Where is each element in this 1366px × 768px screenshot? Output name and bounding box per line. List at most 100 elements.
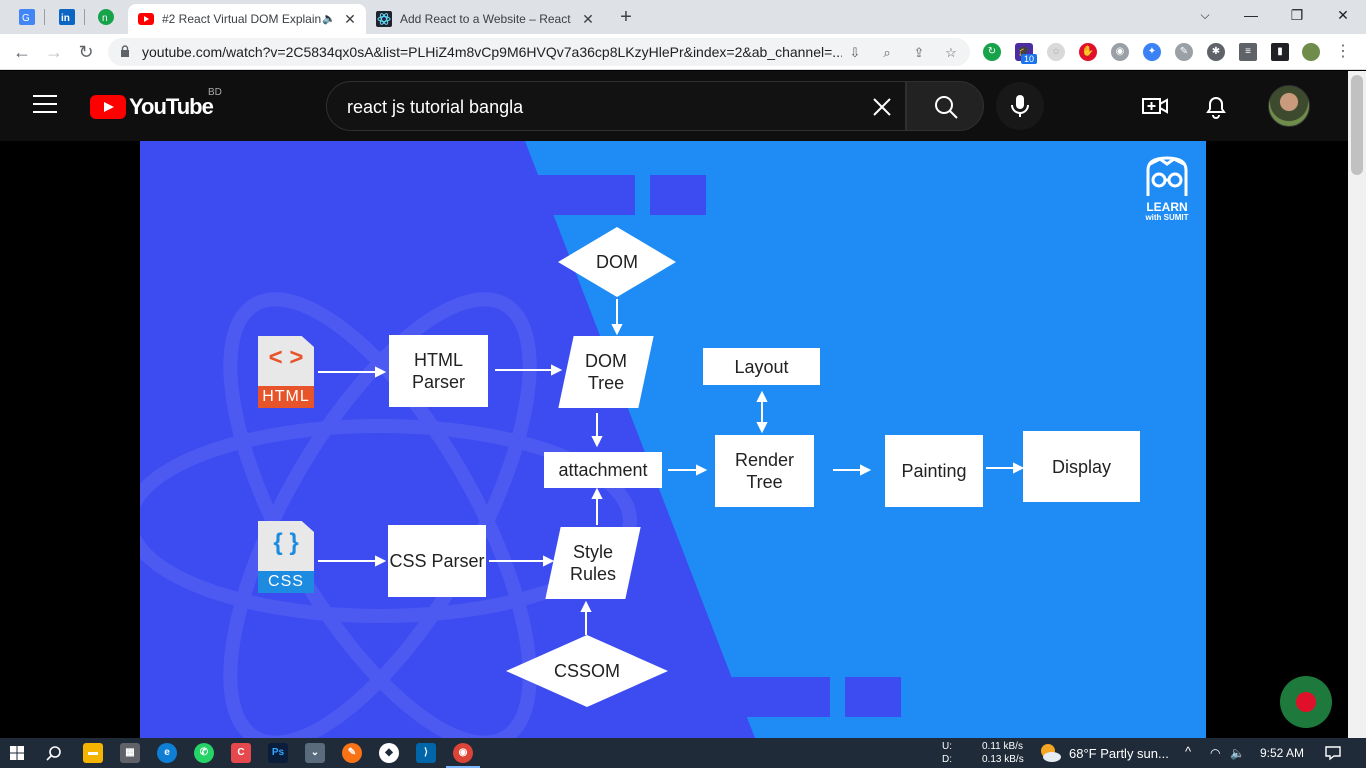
scrollbar-thumb[interactable] xyxy=(1351,75,1363,175)
cssom-label: CSSOM xyxy=(553,660,620,681)
tab-react-docs[interactable]: Add React to a Website – React ✕ xyxy=(366,4,604,34)
search-icon xyxy=(935,96,958,119)
edge-browser-icon[interactable]: e xyxy=(157,743,177,763)
css-file-label: CSS xyxy=(258,571,314,593)
taskbar-search-icon[interactable] xyxy=(46,745,62,761)
url-text[interactable]: youtube.com/watch?v=2C5834qx0sA&list=PLH… xyxy=(142,44,842,60)
tab-strip: G in n #2 React Virtual DOM Explain 🔈 ✕ … xyxy=(0,0,1366,34)
extension-green-icon[interactable]: ↻ xyxy=(983,43,1001,61)
pinned-tab-green[interactable]: n xyxy=(95,6,117,28)
dom-tree-node: DOM Tree xyxy=(558,336,654,408)
net-up-label: U: xyxy=(942,741,952,752)
cssom-node: CSSOM xyxy=(506,635,668,707)
notification-center-icon[interactable] xyxy=(1325,745,1341,761)
net-down-label: D: xyxy=(942,754,952,765)
close-window-button[interactable]: ✕ xyxy=(1328,4,1358,26)
browser-toolbar: ← → ↻ youtube.com/watch?v=2C5834qx0sA&li… xyxy=(0,34,1366,70)
microphone-icon xyxy=(1011,95,1029,117)
windows-start-icon[interactable] xyxy=(10,746,24,760)
logo-line2: with SUMIT xyxy=(1145,213,1189,222)
tab-search-chevron-icon[interactable]: ⌵ xyxy=(1190,4,1220,26)
extension-blue-icon[interactable]: ✦ xyxy=(1143,43,1161,61)
search-box xyxy=(326,81,906,131)
clock-time[interactable]: 9:52 AM xyxy=(1260,746,1304,760)
notifications-bell-icon[interactable] xyxy=(1203,93,1229,119)
html-file-label: HTML xyxy=(258,386,314,408)
new-tab-button[interactable]: + xyxy=(614,6,638,28)
restore-button[interactable]: ❐ xyxy=(1282,4,1312,26)
react-favicon-icon xyxy=(376,11,392,27)
volume-icon[interactable]: 🔈 xyxy=(1230,746,1245,760)
address-bar[interactable]: youtube.com/watch?v=2C5834qx0sA&list=PLH… xyxy=(108,38,970,66)
extension-circle-icon[interactable]: ◌ xyxy=(1047,43,1065,61)
translate-icon: G xyxy=(19,9,35,25)
extension-badge: 10 xyxy=(1021,54,1038,64)
search-button[interactable] xyxy=(906,81,984,131)
weather-text[interactable]: 68°F Partly sun... xyxy=(1069,746,1169,761)
style-rules-label: Style Rules xyxy=(569,542,617,584)
whatsapp-icon[interactable]: ✆ xyxy=(194,743,214,763)
youtube-header: YouTube BD xyxy=(0,71,1348,141)
back-arrow-icon[interactable]: ← xyxy=(10,40,34,64)
browser-menu-icon[interactable]: ⋮ xyxy=(1334,43,1352,61)
lock-icon xyxy=(121,45,129,57)
minimize-button[interactable]: — xyxy=(1236,4,1266,26)
voice-search-button[interactable] xyxy=(996,82,1044,130)
photoshop-icon[interactable]: Ps xyxy=(268,743,288,763)
tab-close-icon[interactable]: ✕ xyxy=(342,11,358,27)
calculator-icon[interactable]: ▦ xyxy=(120,743,140,763)
style-rules-node: Style Rules xyxy=(545,527,641,599)
camera-icon[interactable]: ◉ xyxy=(1111,43,1129,61)
partly-sunny-icon[interactable] xyxy=(1038,742,1062,764)
css-parser-node: CSS Parser xyxy=(388,525,486,597)
display-node: Display xyxy=(1023,431,1140,502)
search-input[interactable] xyxy=(347,94,847,120)
svg-text:G: G xyxy=(22,13,30,24)
tray-chevron-icon[interactable]: ^ xyxy=(1185,744,1191,759)
render-tree-node: Render Tree xyxy=(715,435,814,507)
create-video-icon[interactable] xyxy=(1142,93,1168,119)
audio-playing-icon[interactable]: 🔈 xyxy=(322,12,336,25)
eyedropper-icon[interactable]: ✎ xyxy=(1175,43,1193,61)
tab-close-icon[interactable]: ✕ xyxy=(580,11,596,27)
dom-tree-label: DOM Tree xyxy=(585,351,627,393)
bookmark-star-icon[interactable]: ☆ xyxy=(942,44,960,62)
menu-hamburger-icon[interactable] xyxy=(33,95,57,115)
extensions-puzzle-icon[interactable]: ✱ xyxy=(1207,43,1225,61)
pinned-separator xyxy=(84,9,85,25)
tab-title: #2 React Virtual DOM Explain xyxy=(162,12,322,26)
app-white-icon[interactable]: ◆ xyxy=(379,743,399,763)
floating-action-button[interactable] xyxy=(1280,676,1332,728)
install-icon[interactable]: ⇩ xyxy=(846,44,864,62)
attachment-node: attachment xyxy=(544,452,662,488)
profile-avatar[interactable] xyxy=(1302,43,1320,61)
reload-icon[interactable]: ↻ xyxy=(74,40,98,64)
youtube-logo[interactable]: YouTube xyxy=(90,94,214,119)
svg-text:in: in xyxy=(61,13,70,24)
file-explorer-icon[interactable]: ▬ xyxy=(83,743,103,763)
app-red-icon[interactable]: C xyxy=(231,743,251,763)
dom-label: DOM xyxy=(596,251,638,272)
account-avatar[interactable] xyxy=(1268,85,1310,127)
linkedin-pinned-tab[interactable]: in xyxy=(56,6,78,28)
vscode-icon[interactable]: ⟩ xyxy=(416,743,436,763)
app-orange-icon[interactable]: ✎ xyxy=(342,743,362,763)
zoom-icon[interactable]: ⌕ xyxy=(878,44,896,62)
clear-search-icon[interactable] xyxy=(869,94,895,120)
app-box-icon[interactable]: ⌄ xyxy=(305,743,325,763)
wifi-icon[interactable]: ◠ xyxy=(1210,746,1220,760)
svg-text:n: n xyxy=(102,13,108,24)
css-glyph: { } xyxy=(273,529,299,556)
forward-arrow-icon[interactable]: → xyxy=(42,40,66,64)
share-icon[interactable]: ⇪ xyxy=(910,44,928,62)
green-circle-icon: n xyxy=(98,9,114,25)
reading-list-icon[interactable]: ≡ xyxy=(1239,43,1257,61)
windows-taskbar: ▬ ▦ e ✆ C Ps ⌄ ✎ ◆ ⟩ ◉ U: D: 0.11 kB/s 0… xyxy=(0,738,1366,768)
google-translate-pinned-tab[interactable]: G xyxy=(16,6,38,28)
tab-youtube-video[interactable]: #2 React Virtual DOM Explain 🔈 ✕ xyxy=(128,4,366,34)
chrome-taskbar-icon[interactable]: ◉ xyxy=(453,743,473,763)
video-frame-diagram: LEARN with SUMIT < > HTML { } CSS DOM HT… xyxy=(140,141,1206,738)
learn-with-sumit-logo: LEARN with SUMIT xyxy=(1140,156,1194,226)
side-panel-icon[interactable]: ▮ xyxy=(1271,43,1289,61)
adblock-icon[interactable]: ✋ xyxy=(1079,43,1097,61)
